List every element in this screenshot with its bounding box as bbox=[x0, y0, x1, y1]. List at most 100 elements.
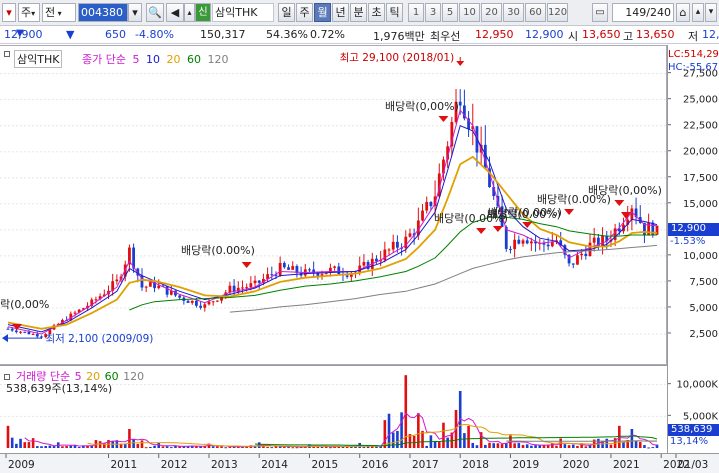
time-tick-label: 2009 bbox=[8, 459, 35, 471]
candle-body bbox=[199, 305, 203, 308]
search-icon[interactable]: 🔍 bbox=[146, 3, 164, 22]
dividend-arrow bbox=[476, 228, 487, 234]
trade-amount: 1,976백만 bbox=[373, 30, 425, 43]
interval-button-2[interactable]: 5 bbox=[442, 3, 458, 22]
dividend-note: 배당락(0,00%) bbox=[488, 206, 562, 219]
volume-bar bbox=[538, 445, 542, 448]
dividend-arrow bbox=[564, 209, 575, 215]
lock-icon[interactable]: ⌂ bbox=[676, 3, 690, 22]
scope-select[interactable]: 전 ▾ bbox=[42, 3, 76, 22]
volume-bar bbox=[270, 447, 274, 449]
chart-settings-icon[interactable]: ▭ bbox=[592, 3, 608, 22]
new-badge-label: 신 bbox=[198, 7, 208, 18]
price-tick-label: 5,000 bbox=[689, 303, 718, 314]
volume-bar bbox=[140, 440, 144, 448]
volume-bar bbox=[61, 446, 64, 448]
count-field[interactable]: 149/240 bbox=[612, 3, 674, 22]
volume-bar bbox=[534, 445, 537, 448]
volume-bar bbox=[165, 446, 169, 448]
volume-bar bbox=[563, 444, 567, 448]
period-button-0[interactable]: 일 bbox=[278, 3, 295, 22]
interval-button-3[interactable]: 10 bbox=[459, 3, 480, 22]
stock-code-value: 004380 bbox=[81, 6, 123, 19]
low-annotation: 최저 2,100 (2009/09) bbox=[45, 333, 153, 345]
candle-body bbox=[458, 101, 462, 106]
last-change-tag: -1.53% bbox=[670, 236, 706, 247]
volume-bar bbox=[153, 445, 156, 448]
period-button-4[interactable]: 분 bbox=[350, 3, 367, 22]
dividend-note: 배당락(0,00%) bbox=[385, 100, 459, 113]
speaker-icon[interactable]: ◀︎ bbox=[166, 3, 184, 22]
candle-body bbox=[425, 201, 429, 211]
interval-button-5[interactable]: 30 bbox=[503, 3, 524, 22]
high-price: 13,650 bbox=[636, 28, 675, 41]
volume-pane[interactable]: 거래량 단순 5 20 60 120 538,639주(13,14%) bbox=[0, 365, 667, 453]
price-axis-svg: 2,5005,0007,50010,00012,50015,00017,5002… bbox=[668, 69, 718, 422]
prev-stock-icon[interactable]: ▴ bbox=[184, 3, 195, 22]
volume-bar bbox=[128, 429, 131, 448]
volume-bar bbox=[446, 437, 449, 448]
price-tick-label: 15,000 bbox=[683, 199, 718, 210]
low-label: 저 bbox=[688, 30, 699, 43]
volume-bar bbox=[513, 443, 516, 448]
candle-body bbox=[228, 285, 232, 293]
volume-bar bbox=[391, 432, 395, 448]
volume-bar bbox=[10, 437, 14, 448]
candle-body bbox=[19, 331, 22, 333]
ma-legend-label: 종가 단순 bbox=[82, 53, 126, 66]
market-select[interactable]: 주▾ bbox=[18, 3, 40, 22]
period-button-5[interactable]: 초 bbox=[368, 3, 385, 22]
period-button-6[interactable]: 틱 bbox=[386, 3, 403, 22]
interval-button-1[interactable]: 3 bbox=[425, 3, 441, 22]
candle-body bbox=[387, 249, 391, 251]
change-arrow-icon: ▼ bbox=[66, 28, 75, 41]
candle-body bbox=[6, 328, 10, 330]
volume-bar bbox=[44, 445, 47, 448]
interval-button-0[interactable]: 1 bbox=[408, 3, 424, 22]
candle-body bbox=[391, 241, 395, 250]
dividend-note: 배당락(0.00%) bbox=[181, 244, 255, 257]
candle-body bbox=[550, 242, 554, 247]
stock-code-input[interactable]: 004380 bbox=[78, 3, 128, 22]
period-button-2[interactable]: 월 bbox=[314, 3, 331, 22]
stock-name: 삼익THK bbox=[212, 3, 274, 22]
candle-body bbox=[333, 266, 336, 268]
period-button-1[interactable]: 주 bbox=[296, 3, 313, 22]
chart-window: { "toolbar": { "market_sel": "주", "marke… bbox=[0, 0, 719, 473]
volume-bar bbox=[521, 445, 525, 448]
volume-bar bbox=[149, 446, 152, 448]
price-change-pct: -4.80% bbox=[135, 28, 174, 41]
dividend-arrow bbox=[438, 116, 449, 122]
volume-bar bbox=[504, 443, 508, 448]
time-tick-label: 2013 bbox=[211, 459, 238, 471]
volume-ratio: 54.36% bbox=[266, 28, 308, 41]
volume-bar bbox=[15, 443, 18, 448]
interval-button-4[interactable]: 20 bbox=[481, 3, 502, 22]
volume-bar bbox=[433, 441, 437, 448]
scroll-down-icon[interactable]: ▾ bbox=[705, 3, 717, 22]
price-pane[interactable]: 최고 29,100 (2018/01) 최저 2,100 (2009/09) 배당락… bbox=[0, 45, 667, 365]
interval-button-7[interactable]: 120 bbox=[547, 3, 568, 22]
volume-bar bbox=[161, 446, 165, 448]
candle-body bbox=[278, 262, 282, 276]
candle-body bbox=[35, 334, 39, 337]
toolbar: ▾ 주▾ 전 ▾ 004380 ▾ 🔍 ◀︎ ▴ 신 삼익THK ▭ 149/2… bbox=[0, 0, 719, 26]
lc-label: LC:514,29 bbox=[668, 49, 719, 60]
time-tick-label: 2019 bbox=[512, 459, 539, 471]
price-axis: 2,5005,0007,50010,00012,50015,00017,5002… bbox=[667, 45, 719, 453]
window-menu-icon[interactable]: ▾ bbox=[2, 3, 16, 22]
candle-body bbox=[291, 266, 295, 270]
candle-body bbox=[308, 269, 311, 271]
pane-toggle-icon[interactable] bbox=[4, 51, 10, 57]
interval-button-6[interactable]: 60 bbox=[525, 3, 546, 22]
code-dropdown-icon[interactable]: ▾ bbox=[128, 3, 142, 22]
volume-bar bbox=[48, 445, 52, 448]
scroll-up-icon[interactable]: ▴ bbox=[692, 3, 704, 22]
price-tick-label: 17,500 bbox=[683, 173, 718, 184]
ma-line-5 bbox=[7, 109, 658, 335]
best-ask: 12,950 bbox=[475, 28, 514, 41]
volume-bar bbox=[622, 441, 625, 448]
candle-body bbox=[249, 283, 253, 288]
volume-bar bbox=[530, 445, 533, 448]
period-button-3[interactable]: 년 bbox=[332, 3, 349, 22]
